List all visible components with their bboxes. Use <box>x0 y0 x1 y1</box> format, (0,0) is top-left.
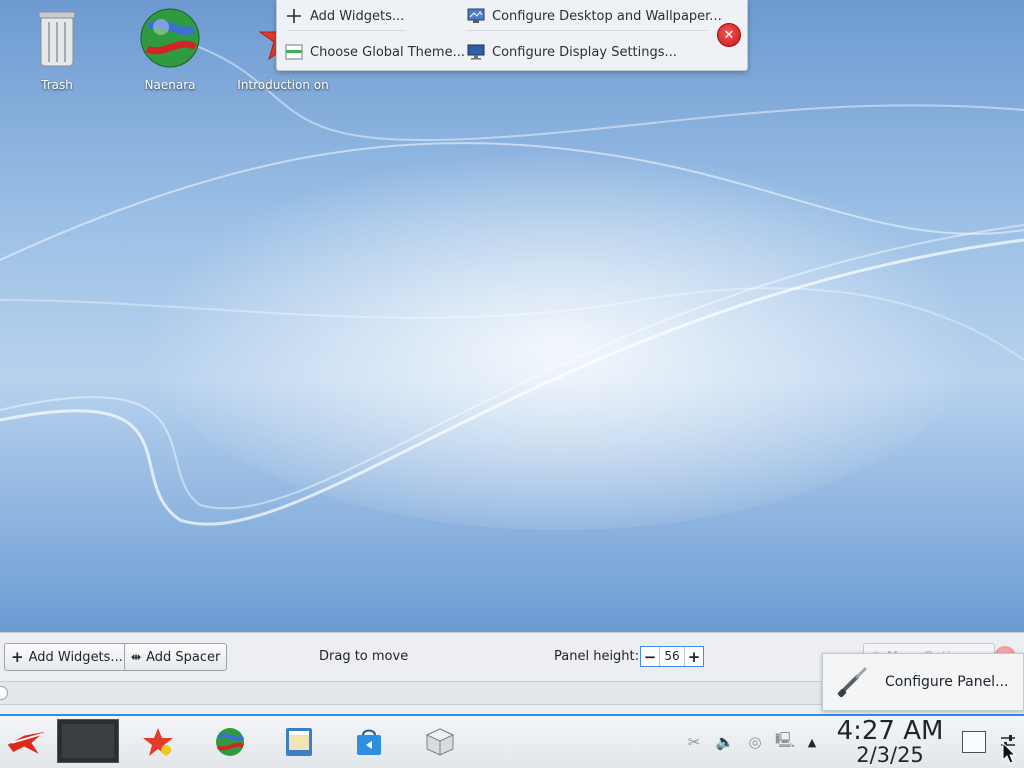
choose-global-theme-button[interactable]: Choose Global Theme... <box>285 40 465 64</box>
configure-display-label: Configure Display Settings... <box>492 44 677 60</box>
expand-arrow-icon[interactable]: ▲ <box>801 731 823 753</box>
network-globe-icon[interactable]: ◎ <box>744 731 766 753</box>
red-star-app-icon <box>143 728 173 756</box>
panel-height-label: Panel height: <box>554 649 640 664</box>
scissors-icon[interactable]: ✂ <box>683 731 705 753</box>
globe-browser-icon <box>138 6 202 70</box>
computer-icon[interactable]: 🖳 <box>774 731 796 753</box>
decrease-height-button[interactable]: − <box>641 647 659 666</box>
add-spacer-label: Add Spacer <box>146 649 221 665</box>
desktop-settings-icon <box>467 7 485 25</box>
clock-date[interactable]: 2/3/25 <box>830 743 950 767</box>
file-manager-icon <box>286 728 312 756</box>
screwdriver-icon <box>837 667 867 698</box>
virtual-desktop-pager[interactable] <box>57 719 119 763</box>
panel-add-widgets-label: Add Widgets... <box>28 649 123 665</box>
desktop-toolbox: Add Widgets... Configure Desktop and Wal… <box>276 0 748 71</box>
monitor-icon <box>467 43 485 61</box>
plus-icon <box>285 7 303 25</box>
ruler-handle[interactable] <box>0 686 8 700</box>
spacer-icon: ⇹ <box>131 650 142 664</box>
desktop-icon-trash[interactable]: Trash <box>7 6 107 92</box>
launcher-file-manager[interactable] <box>279 722 319 762</box>
configure-panel-button[interactable]: Configure Panel... <box>822 653 1024 711</box>
mouse-cursor-icon <box>1002 742 1016 764</box>
configure-panel-label: Configure Panel... <box>885 674 1009 690</box>
launcher-package-manager[interactable] <box>420 722 460 762</box>
configure-desktop-button[interactable]: Configure Desktop and Wallpaper... <box>467 4 722 28</box>
divider <box>287 30 405 31</box>
configure-desktop-label: Configure Desktop and Wallpaper... <box>492 8 722 24</box>
desktop-wallpaper <box>0 0 1024 632</box>
panel-height-stepper[interactable]: − 56 + <box>640 646 704 667</box>
launcher-software-store[interactable] <box>349 722 389 762</box>
clock-time[interactable]: 4:27 AM <box>830 716 950 746</box>
show-desktop-button[interactable] <box>962 731 986 753</box>
desktop-1[interactable] <box>62 724 114 758</box>
desktop-icon-naenara[interactable]: Naenara <box>120 6 220 92</box>
package-box-icon <box>425 728 455 756</box>
configure-display-button[interactable]: Configure Display Settings... <box>467 40 677 64</box>
drag-to-move-handle[interactable]: Drag to move <box>319 649 408 664</box>
add-widgets-label: Add Widgets... <box>310 8 405 24</box>
volume-icon[interactable]: 🔈 <box>714 731 736 753</box>
theme-icon <box>285 43 303 61</box>
application-launcher[interactable] <box>6 722 46 762</box>
plus-icon: + <box>11 647 24 666</box>
increase-height-button[interactable]: + <box>685 647 703 666</box>
desktop-icon-label: Introduction on <box>237 78 329 92</box>
close-icon: ✕ <box>723 27 735 43</box>
desktop-icon-label: Naenara <box>144 78 196 92</box>
globe-browser-icon <box>216 728 245 756</box>
close-toolbox-button[interactable]: ✕ <box>717 23 741 47</box>
trash-icon <box>25 6 89 70</box>
panel-add-widgets-button[interactable]: + Add Widgets... <box>4 643 130 671</box>
choose-global-theme-label: Choose Global Theme... <box>310 44 465 60</box>
divider <box>467 30 707 31</box>
add-widgets-button[interactable]: Add Widgets... <box>285 4 404 28</box>
desktop-icon-label: Trash <box>41 78 73 92</box>
launcher-naenara-browser[interactable] <box>210 722 250 762</box>
store-bag-icon <box>357 729 381 755</box>
taskbar: ✂ 🔈 ◎ 🖳 ▲ 4:27 AM 2/3/25 <box>0 714 1024 768</box>
add-spacer-button[interactable]: ⇹ Add Spacer <box>124 643 228 671</box>
launcher-red-star-app[interactable] <box>138 722 178 762</box>
panel-height-value[interactable]: 56 <box>659 647 685 666</box>
red-star-menu-icon <box>7 732 45 754</box>
